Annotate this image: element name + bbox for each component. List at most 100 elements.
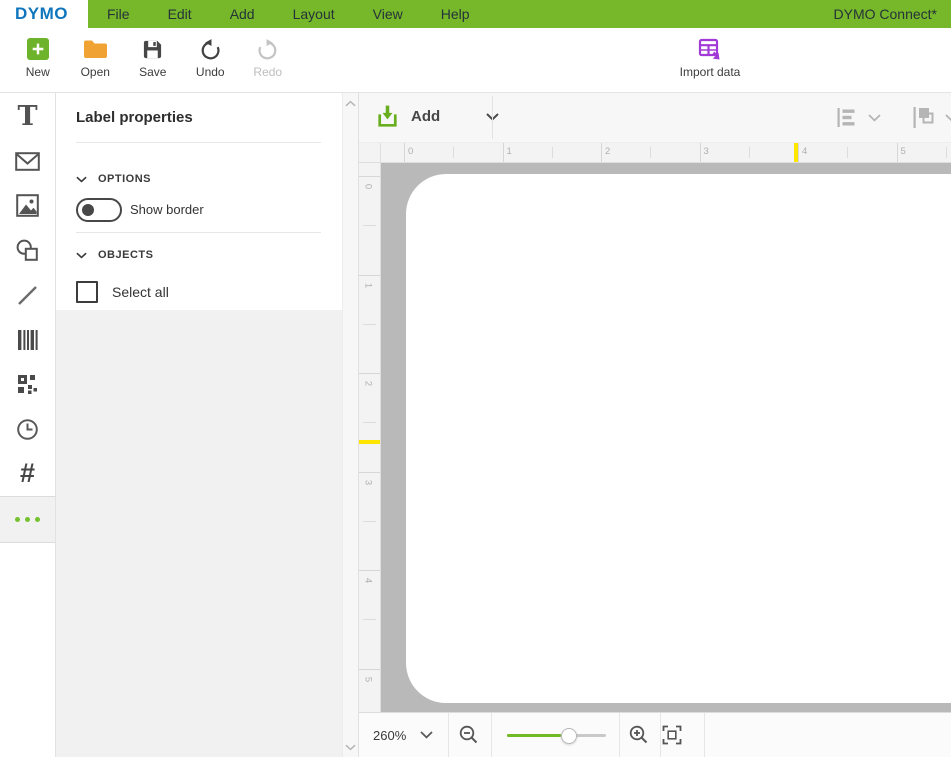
objects-section-header[interactable]: OBJECTS <box>76 249 153 261</box>
shape-tool[interactable] <box>0 228 55 273</box>
zoom-value: 260% <box>373 728 406 743</box>
text-tool[interactable]: T <box>0 94 55 139</box>
counter-icon: # <box>20 460 35 487</box>
ruler-label: 4 <box>802 146 807 157</box>
save-button[interactable]: Save <box>124 36 182 79</box>
ruler-tick <box>359 176 380 177</box>
ruler-tick-minor <box>363 422 376 423</box>
horizontal-ruler: 012345 <box>381 143 951 163</box>
menu-view[interactable]: View <box>354 0 422 28</box>
menu-layout[interactable]: Layout <box>274 0 354 28</box>
window-title: DYMO Connect* <box>834 0 951 28</box>
label-properties-panel: Label properties OPTIONS Show border OBJ… <box>56 93 342 757</box>
ruler-tick-minor <box>552 147 553 158</box>
redo-button[interactable]: Redo <box>239 36 297 79</box>
ruler-corner <box>359 143 381 163</box>
select-all-label: Select all <box>112 281 169 303</box>
line-tool[interactable] <box>0 273 55 318</box>
ruler-tick-minor <box>946 147 947 158</box>
ruler-tick <box>897 143 898 162</box>
image-tool[interactable] <box>0 183 55 228</box>
ruler-tick <box>359 669 380 670</box>
panel-scrollbar[interactable] <box>342 93 358 757</box>
undo-button[interactable]: Undo <box>182 36 240 79</box>
show-border-toggle[interactable] <box>76 198 122 222</box>
main-menu: File Edit Add Layout View Help <box>88 0 489 28</box>
zoom-toolbar: 260% <box>359 712 951 757</box>
ruler-tick-minor <box>847 147 848 158</box>
ruler-tick <box>359 570 380 571</box>
ruler-label: 5 <box>363 674 374 684</box>
add-icon <box>375 103 400 130</box>
arrange-button[interactable] <box>911 105 951 130</box>
barcode-icon <box>16 329 39 351</box>
zoom-in-button[interactable] <box>628 724 650 746</box>
object-tool-strip: T # <box>0 93 56 757</box>
ruler-tick <box>503 143 504 162</box>
dymo-logo: DYMO <box>15 4 68 24</box>
ruler-tick <box>798 143 799 162</box>
address-icon <box>15 152 40 171</box>
label-canvas[interactable] <box>406 174 951 703</box>
ruler-tick <box>601 143 602 162</box>
top-toolbar: New Open Save Undo <box>0 28 951 93</box>
ruler-label: 1 <box>363 280 374 290</box>
menu-help[interactable]: Help <box>422 0 489 28</box>
align-icon <box>835 106 859 129</box>
menu-file[interactable]: File <box>88 0 149 28</box>
scroll-down-icon[interactable] <box>345 744 356 751</box>
menu-add[interactable]: Add <box>211 0 274 28</box>
ruler-tick <box>359 373 380 374</box>
add-object-button[interactable]: Add <box>375 103 499 130</box>
chevron-down-icon <box>76 252 87 259</box>
align-button[interactable] <box>835 106 881 129</box>
ruler-label: 0 <box>408 146 413 157</box>
address-tool[interactable] <box>0 139 55 184</box>
ruler-tick-minor <box>363 324 376 325</box>
menu-bar: DYMO File Edit Add Layout View Help DYMO… <box>0 0 951 28</box>
arrange-layers-icon <box>911 105 937 130</box>
qr-code-icon <box>16 373 39 396</box>
shape-icon <box>16 239 39 262</box>
ruler-tick <box>700 143 701 162</box>
panel-title: Label properties <box>76 109 193 126</box>
more-tools-button[interactable] <box>0 497 56 543</box>
options-section-header[interactable]: OPTIONS <box>76 173 151 185</box>
ruler-tick <box>359 275 380 276</box>
redo-icon <box>256 36 279 62</box>
counter-tool[interactable]: # <box>0 451 55 496</box>
new-button[interactable]: New <box>9 36 67 79</box>
select-all-checkbox[interactable] <box>76 281 98 303</box>
ruler-label: 2 <box>363 379 374 389</box>
ruler-label: 1 <box>507 146 512 157</box>
import-data-button[interactable]: Import data <box>666 36 754 79</box>
ruler-label: 5 <box>901 146 906 157</box>
canvas-toolbar: Add <box>359 93 951 143</box>
ruler-tick <box>359 472 380 473</box>
ruler-tick-minor <box>363 619 376 620</box>
ruler-label: 2 <box>605 146 610 157</box>
ruler-label: 4 <box>363 576 374 586</box>
open-folder-icon <box>83 36 108 62</box>
date-time-tool[interactable] <box>0 407 55 452</box>
menu-edit[interactable]: Edit <box>149 0 211 28</box>
logo-area: DYMO <box>0 0 88 28</box>
undo-icon <box>199 36 222 62</box>
barcode-tool[interactable] <box>0 317 55 362</box>
open-button[interactable]: Open <box>67 36 125 79</box>
zoom-slider-thumb[interactable] <box>561 728 577 744</box>
text-icon: T <box>17 103 37 130</box>
zoom-level-select[interactable]: 260% <box>373 713 433 757</box>
chevron-down-icon <box>945 114 951 122</box>
zoom-slider[interactable] <box>507 713 606 757</box>
ruler-tick-minor <box>650 147 651 158</box>
cursor-position-marker-y <box>359 440 380 444</box>
fit-to-view-button[interactable] <box>662 725 682 745</box>
zoom-out-button[interactable] <box>458 724 480 746</box>
chevron-down-icon <box>76 176 87 183</box>
label-viewport <box>381 163 951 712</box>
scroll-up-icon[interactable] <box>345 100 356 107</box>
qr-code-tool[interactable] <box>0 362 55 407</box>
show-border-label: Show border <box>130 198 204 222</box>
chevron-down-icon <box>868 114 881 122</box>
